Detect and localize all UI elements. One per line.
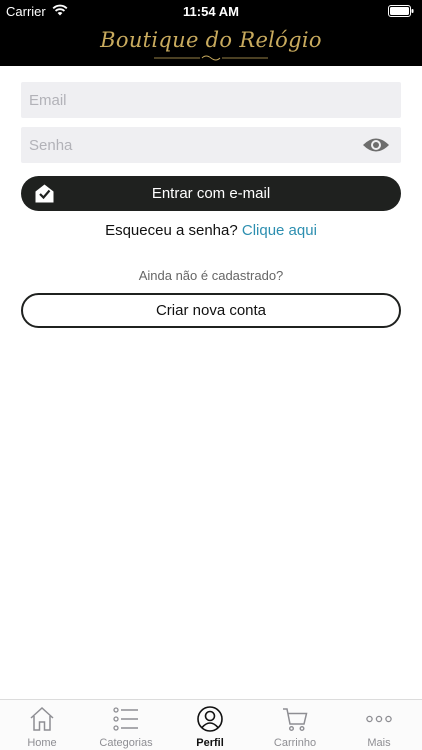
tab-perfil[interactable]: Perfil: [168, 700, 252, 750]
login-email-button[interactable]: Entrar com e-mail: [21, 176, 401, 211]
brand-logo: Boutique do Relógio: [100, 28, 322, 52]
list-icon: [113, 707, 138, 731]
password-input[interactable]: [21, 127, 401, 163]
tab-carrinho-label: Carrinho: [273, 737, 317, 749]
create-account-button[interactable]: Criar nova conta: [21, 293, 401, 328]
tab-bar: Home Categorias Perfil Carrinho Mais: [0, 699, 422, 750]
profile-icon: [197, 706, 223, 732]
forgot-password-row: Esqueceu a senha? Clique aqui: [0, 222, 422, 239]
carrier-label: Carrier: [6, 4, 46, 19]
tab-perfil-label: Perfil: [196, 737, 224, 749]
app-header: Carrier 11:54 AM Boutique do Relógio: [0, 0, 422, 66]
password-field[interactable]: [21, 127, 401, 163]
more-icon: [366, 715, 392, 723]
battery-icon: [388, 5, 414, 17]
tab-mais[interactable]: Mais: [337, 700, 421, 750]
home-icon: [30, 706, 54, 731]
create-account-label: Criar nova conta: [155, 302, 267, 319]
tab-home[interactable]: Home: [0, 700, 84, 750]
tab-home-label: Home: [27, 737, 57, 749]
forgot-password-prompt: Esqueceu a senha?: [105, 222, 238, 239]
tab-categorias[interactable]: Categorias: [84, 700, 168, 750]
tab-carrinho[interactable]: Carrinho: [253, 700, 337, 750]
email-field[interactable]: [21, 82, 401, 118]
cart-icon: [283, 708, 308, 732]
login-button-label: Entrar com e-mail: [151, 185, 271, 202]
tab-categorias-label: Categorias: [99, 737, 153, 749]
status-bar: Carrier 11:54 AM: [0, 0, 422, 22]
tab-mais-label: Mais: [367, 737, 391, 749]
forgot-password-link[interactable]: Clique aqui: [242, 222, 317, 239]
wifi-icon: [52, 4, 68, 16]
ornament-icon: [154, 55, 268, 61]
envelope-icon: [35, 184, 54, 203]
eye-icon[interactable]: [362, 136, 390, 154]
email-input[interactable]: [21, 82, 401, 118]
register-hint: Ainda não é cadastrado?: [138, 268, 284, 283]
